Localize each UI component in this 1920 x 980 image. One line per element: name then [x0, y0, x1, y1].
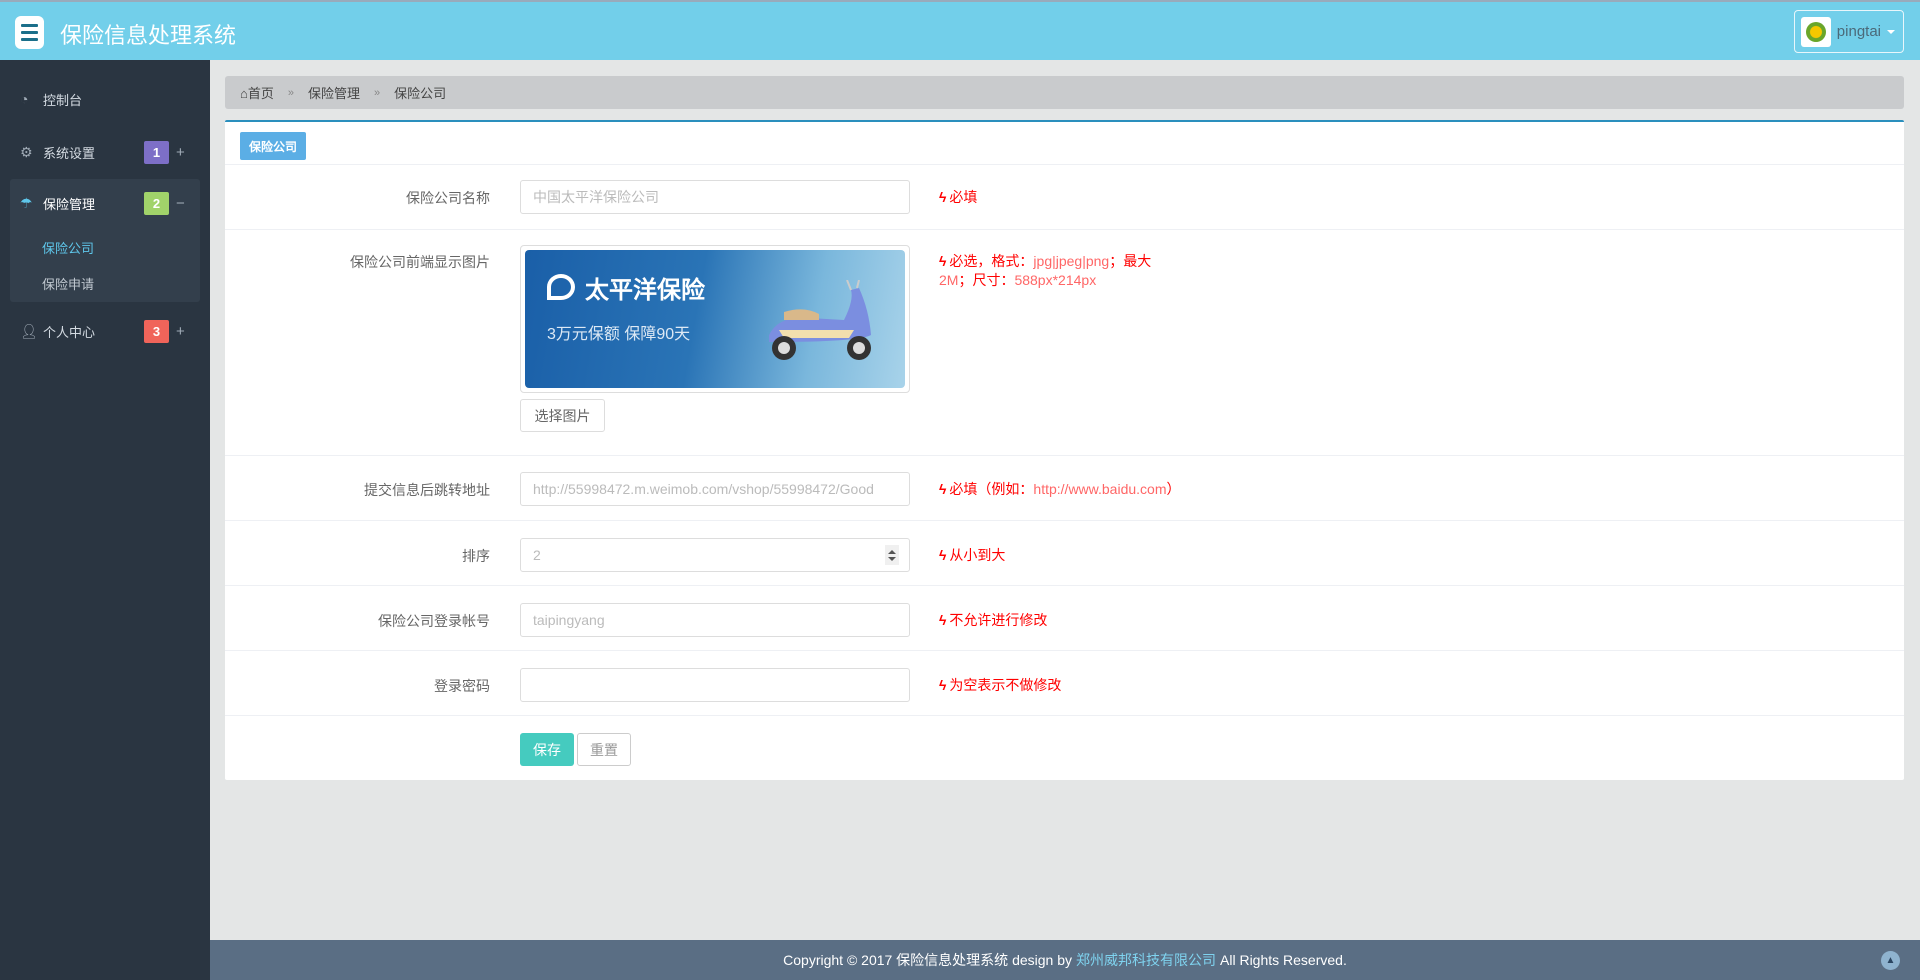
- panel-tag: 保险公司: [240, 132, 306, 160]
- hint-dimensions: 588px*214px: [1014, 272, 1097, 288]
- form-panel: 保险公司 保险公司名称 中国太平洋保险公司 ϟ 必填 保险公司前端显示图片 太平洋…: [225, 120, 1904, 780]
- hint-text: 必填: [949, 189, 978, 205]
- save-button[interactable]: 保存: [520, 733, 574, 766]
- divider: [225, 585, 1904, 586]
- breadcrumb-separator: »: [287, 86, 294, 99]
- redirect-url-input[interactable]: http://55998472.m.weimob.com/vshop/55998…: [520, 472, 910, 506]
- sort-input[interactable]: 2: [520, 538, 910, 572]
- sidebar-item-system-settings[interactable]: ⚙ 系统设置 1 +: [0, 134, 210, 170]
- banner-image: 太平洋保险 3万元保额 保障90天: [525, 250, 905, 388]
- user-avatar: [1800, 16, 1831, 47]
- user-name: pingtai: [1836, 23, 1881, 40]
- hint-text: 必填（例如：: [949, 481, 1034, 497]
- breadcrumb-label: 首页: [247, 86, 274, 101]
- sidebar-item-label: 系统设置: [43, 145, 96, 161]
- bolt-icon: ϟ: [939, 612, 947, 628]
- collapse-icon[interactable]: −: [176, 195, 185, 212]
- umbrella-icon: ☂: [20, 194, 33, 211]
- password-input[interactable]: [520, 668, 910, 702]
- scroll-top-icon[interactable]: ▲: [1881, 951, 1900, 970]
- sidebar: ◔ 控制台 ⚙ 系统设置 1 + ☂ 保险管理 2 − 保险公司 保险申请 👤︎…: [0, 60, 210, 980]
- login-account-hint: ϟ 不允许进行修改: [939, 611, 1047, 630]
- hint-text: 必选，格式：: [949, 253, 1034, 269]
- menu-toggle-button[interactable]: [15, 16, 44, 49]
- divider: [225, 520, 1904, 521]
- sidebar-subitem-insurance-application[interactable]: 保险申请: [42, 274, 94, 293]
- sidebar-item-personal-center[interactable]: 👤︎ 个人中心 3 +: [0, 313, 210, 349]
- footer-company-link[interactable]: 郑州威邦科技有限公司: [1076, 950, 1216, 970]
- image-preview: 太平洋保险 3万元保额 保障90天: [520, 245, 910, 393]
- company-image-label: 保险公司前端显示图片: [350, 254, 490, 270]
- app-title: 保险信息处理系统: [60, 23, 237, 48]
- hint-text: ；最大: [1109, 253, 1152, 269]
- divider: [225, 455, 1904, 456]
- user-menu[interactable]: pingtai: [1793, 10, 1904, 53]
- hint-text: ）: [1166, 481, 1181, 497]
- hint-text: 不允许进行修改: [949, 612, 1048, 628]
- count-badge: 2: [144, 191, 169, 215]
- top-header: 保险信息处理系统 pingtai: [0, 0, 1920, 60]
- hint-example: http://www.baidu.com: [1033, 481, 1167, 497]
- login-account-label: 保险公司登录帐号: [378, 613, 490, 629]
- sort-value: 2: [533, 547, 541, 563]
- sidebar-item-label: 保险管理: [43, 196, 96, 212]
- footer-copyright: Copyright © 2017 保险信息处理系统 design by: [783, 952, 1073, 968]
- sidebar-item-label: 个人中心: [43, 324, 96, 340]
- sidebar-item-label: 控制台: [43, 92, 83, 108]
- stepper-down-icon[interactable]: [888, 556, 896, 561]
- banner-title: 太平洋保险: [585, 277, 705, 304]
- expand-icon[interactable]: +: [176, 144, 185, 161]
- hint-text: 为空表示不做修改: [949, 677, 1062, 693]
- breadcrumb-separator: »: [374, 86, 381, 99]
- divider: [225, 650, 1904, 651]
- dashboard-icon: ◔: [20, 91, 29, 107]
- stepper-up-icon[interactable]: [888, 549, 896, 554]
- cogs-icon: ⚙: [20, 143, 33, 160]
- hint-text: 从小到大: [949, 547, 1006, 563]
- pacific-logo-icon: [547, 274, 575, 300]
- sidebar-subitem-insurance-company[interactable]: 保险公司: [42, 238, 94, 257]
- count-badge: 3: [144, 319, 169, 343]
- breadcrumb-home[interactable]: ⌂首页: [240, 83, 274, 102]
- number-stepper[interactable]: [885, 545, 899, 565]
- password-hint: ϟ 为空表示不做修改: [939, 676, 1061, 695]
- sidebar-item-insurance-management[interactable]: ☂ 保险管理 2 −: [0, 185, 210, 221]
- count-badge: 1: [144, 140, 169, 164]
- login-account-input[interactable]: taipingyang: [520, 603, 910, 637]
- company-image-hint: ϟ 必选，格式：jpg|jpeg|png；最大 2M；尺寸：588px*214px: [939, 252, 1179, 290]
- footer: Copyright © 2017 保险信息处理系统 design by 郑州威邦…: [210, 940, 1920, 980]
- breadcrumb: ⌂首页 » 保险管理 » 保险公司: [225, 76, 1904, 109]
- sort-label: 排序: [462, 548, 490, 564]
- breadcrumb-insurance-management[interactable]: 保险管理: [308, 83, 360, 102]
- redirect-url-label: 提交信息后跳转地址: [364, 482, 490, 498]
- hint-size: 2M: [939, 272, 959, 288]
- sidebar-item-dashboard[interactable]: ◔ 控制台: [0, 81, 210, 117]
- divider: [225, 164, 1904, 165]
- bolt-icon: ϟ: [939, 189, 947, 205]
- company-name-input[interactable]: 中国太平洋保险公司: [520, 180, 910, 214]
- reset-button[interactable]: 重置: [577, 733, 631, 766]
- breadcrumb-current: 保险公司: [394, 86, 447, 101]
- bolt-icon: ϟ: [939, 253, 947, 269]
- expand-icon[interactable]: +: [176, 323, 185, 340]
- bolt-icon: ϟ: [939, 547, 947, 563]
- user-icon: 👤︎: [20, 322, 38, 339]
- company-name-label: 保险公司名称: [406, 190, 490, 206]
- hint-format: jpg|jpeg|png: [1033, 253, 1110, 269]
- sort-hint: ϟ 从小到大: [939, 546, 1005, 565]
- password-label: 登录密码: [434, 678, 490, 694]
- banner-subtitle: 3万元保额 保障90天: [547, 326, 691, 343]
- company-name-hint: ϟ 必填: [939, 188, 977, 207]
- choose-image-button[interactable]: 选择图片: [520, 399, 605, 432]
- divider: [225, 715, 1904, 716]
- divider: [225, 229, 1904, 230]
- caret-down-icon: [1887, 29, 1895, 34]
- redirect-url-hint: ϟ 必填（例如：http://www.baidu.com）: [939, 480, 1180, 499]
- home-icon: ⌂: [240, 86, 248, 101]
- footer-rights: All Rights Reserved.: [1220, 952, 1347, 968]
- bolt-icon: ϟ: [939, 481, 947, 497]
- hint-text: ；尺寸：: [958, 272, 1015, 288]
- bolt-icon: ϟ: [939, 677, 947, 693]
- scooter-illustration: [769, 280, 871, 360]
